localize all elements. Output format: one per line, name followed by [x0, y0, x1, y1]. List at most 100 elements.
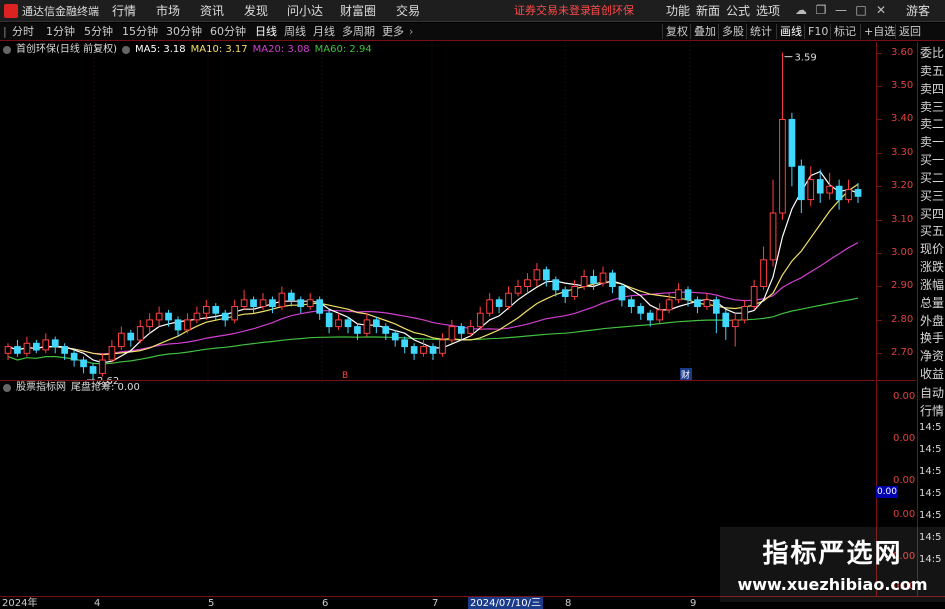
tab-daily[interactable]: 日线 — [255, 23, 277, 40]
tab-15min[interactable]: 15分钟 — [122, 23, 158, 40]
side-sub-item[interactable]: 自动 — [920, 384, 944, 401]
side-item[interactable]: 卖二 — [920, 115, 944, 132]
menu-wealth-circle[interactable]: 财富圈 — [340, 0, 376, 22]
menu-functions[interactable]: 功能 — [666, 0, 690, 22]
tab-intraday[interactable]: 分时 — [12, 23, 34, 40]
tab-60min[interactable]: 60分钟 — [210, 23, 246, 40]
price-tick: 2.80 — [891, 313, 914, 325]
candle-body — [713, 299, 720, 314]
more-chevron-icon[interactable]: › — [409, 23, 413, 40]
draw-line-button[interactable]: 画线 — [776, 24, 805, 39]
menu-quotes[interactable]: 行情 — [112, 0, 136, 22]
side-item[interactable]: 买二 — [920, 169, 944, 186]
ma20-label: MA20: 3.08 — [252, 44, 310, 55]
guest-label[interactable]: 游客 — [906, 0, 930, 22]
candle-body — [495, 299, 503, 307]
overlay-button[interactable]: 叠加 — [690, 24, 719, 39]
side-item[interactable]: 委比 — [920, 44, 944, 61]
side-item[interactable]: 卖五 — [920, 62, 944, 79]
stock-label: 首创环保(日线 前复权) — [16, 44, 117, 55]
side-item[interactable]: 现价 — [920, 240, 944, 257]
tab-multi-period[interactable]: 多周期 — [342, 23, 375, 40]
candle-body — [118, 332, 125, 348]
add-watchlist-button[interactable]: +自选 — [860, 24, 898, 39]
quote-side-panel[interactable]: 委比 卖五 卖四 卖三 卖二 卖一 买一 买二 买三 买四 买五 现价 涨跌 涨幅 总量 外盘 换手 净资 收益自动… — [917, 42, 945, 596]
indicator-current-value: 0.00 — [876, 486, 898, 498]
maximize-icon[interactable]: □ — [854, 3, 868, 17]
app-logo-icon — [4, 3, 18, 18]
indicator-tick: 0.00 — [893, 433, 916, 444]
side-item[interactable]: 买五 — [920, 222, 944, 239]
side-item[interactable]: 换手 — [920, 329, 944, 346]
side-item[interactable]: 买一 — [920, 151, 944, 168]
kline-chart[interactable]: 3.592.62 B 财 — [0, 42, 875, 384]
candle-body — [51, 339, 59, 348]
login-notice[interactable]: 证券交易未登录 — [514, 0, 591, 22]
selected-date: 2024/07/10/三 — [468, 597, 544, 609]
adjust-button[interactable]: 复权 — [662, 24, 691, 39]
side-item[interactable]: 卖四 — [920, 80, 944, 97]
candle-body — [741, 306, 748, 321]
ma10-label: MA10: 3.17 — [190, 44, 248, 55]
watermark-title: 指标严选网 — [762, 539, 903, 569]
ma-settings-dot-icon[interactable] — [121, 46, 130, 54]
tab-1min[interactable]: 1分钟 — [46, 23, 75, 40]
side-item[interactable]: 涨跌 — [920, 258, 944, 275]
price-tick: 3.00 — [891, 247, 914, 259]
side-item[interactable]: 卖三 — [920, 98, 944, 115]
tab-30min[interactable]: 30分钟 — [166, 23, 202, 40]
indicator-settings-dot-icon[interactable] — [3, 384, 11, 392]
chart-info-line: 首创环保(日线 前复权) MA5: 3.18 MA10: 3.17 MA20: … — [3, 43, 372, 57]
menu-formula[interactable]: 公式 — [726, 0, 750, 22]
multi-stock-button[interactable]: 多股 — [718, 24, 747, 39]
menu-market[interactable]: 市场 — [156, 0, 180, 22]
indicator-tick: 0.00 — [893, 391, 916, 402]
side-item[interactable]: 总量 — [920, 294, 944, 311]
cloud-icon[interactable]: ☁ — [794, 3, 808, 17]
side-item[interactable]: 涨幅 — [920, 276, 944, 293]
candle-body — [476, 312, 484, 328]
candle-body — [467, 326, 475, 334]
back-button[interactable]: 返回 — [895, 24, 924, 39]
side-item[interactable]: 买三 — [920, 187, 944, 204]
candle-body — [533, 269, 541, 281]
candle-body — [731, 319, 739, 328]
menu-discover[interactable]: 发现 — [244, 0, 268, 22]
side-item[interactable]: 买四 — [920, 205, 944, 222]
candle-body — [165, 312, 172, 321]
close-icon[interactable]: ✕ — [874, 3, 888, 17]
settings-dot-icon[interactable] — [3, 46, 11, 54]
candle-body — [231, 306, 239, 321]
candle-body — [665, 299, 673, 311]
candle-body — [816, 179, 824, 194]
tab-more[interactable]: 更多 — [382, 23, 404, 40]
menu-trade[interactable]: 交易 — [396, 0, 420, 22]
menu-news[interactable]: 资讯 — [200, 0, 224, 22]
side-item[interactable]: 收益 — [920, 365, 944, 382]
f10-button[interactable]: F10 — [804, 24, 831, 39]
ma10-line — [7, 183, 859, 356]
tab-weekly[interactable]: 周线 — [284, 23, 306, 40]
candle-body — [193, 312, 201, 321]
candle-body — [788, 119, 796, 167]
window-restore-icon[interactable]: ❐ — [814, 3, 828, 17]
statistics-button[interactable]: 统计 — [746, 24, 775, 39]
candle-body — [486, 299, 493, 314]
tab-monthly[interactable]: 月线 — [313, 23, 335, 40]
side-item[interactable]: 净资 — [920, 347, 944, 364]
menu-options[interactable]: 选项 — [756, 0, 780, 22]
toolbar-prev-icon[interactable]: | — [3, 23, 7, 40]
mark-button[interactable]: 标记 — [830, 24, 859, 39]
menu-layout[interactable]: 新面 — [696, 0, 720, 22]
candle-body — [637, 306, 645, 314]
indicator-info-line: 股票指标网 尾盘抢筹: 0.00 — [3, 381, 140, 395]
side-item[interactable]: 外盘 — [920, 312, 944, 329]
side-item[interactable]: 卖一 — [920, 133, 944, 150]
candle-body — [250, 299, 257, 307]
menu-ask-xiaoda[interactable]: 问小达 — [287, 0, 323, 22]
side-sub-item[interactable]: 行情 — [920, 402, 944, 419]
tab-5min[interactable]: 5分钟 — [84, 23, 113, 40]
minimize-icon[interactable]: — — [834, 3, 848, 17]
price-tick-mark — [877, 286, 882, 288]
candle-body — [609, 272, 616, 288]
